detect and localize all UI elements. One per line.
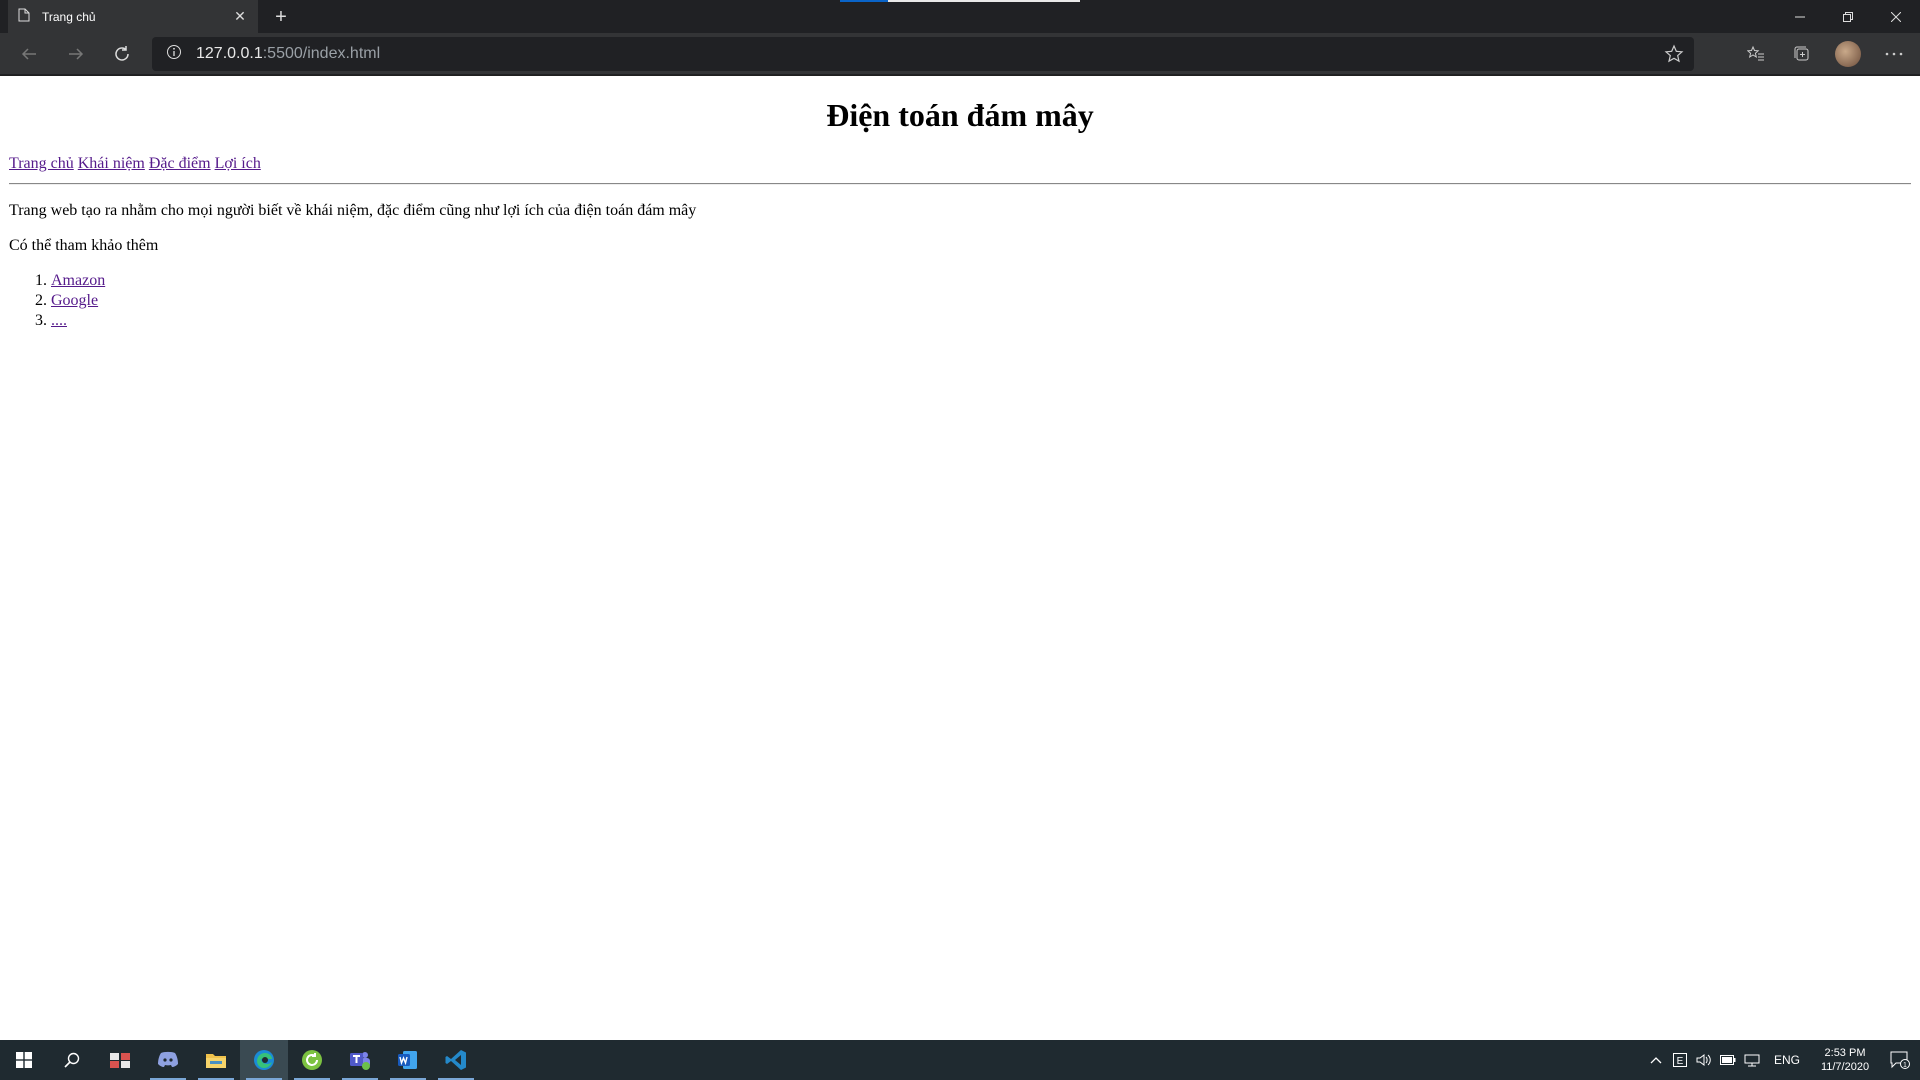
word-icon <box>398 1051 417 1069</box>
refresh-button[interactable] <box>106 38 138 70</box>
taskbar-app-tool[interactable] <box>96 1040 144 1080</box>
window-controls <box>1776 0 1920 33</box>
notification-icon: 1 <box>1890 1051 1910 1069</box>
reference-list: Amazon Google .... <box>51 271 1911 331</box>
file-explorer-icon <box>206 1054 226 1068</box>
address-bar[interactable]: 127.0.0.1:5500/index.html <box>152 37 1694 71</box>
link-amazon[interactable]: Amazon <box>51 272 105 289</box>
svg-text:E: E <box>1677 1056 1684 1067</box>
browser-titlebar: Trang chủ ✕ + <box>0 0 1920 33</box>
reference-label: Có thể tham khảo thêm <box>9 237 159 254</box>
input-language[interactable]: ENG <box>1764 1053 1810 1067</box>
url-path: :5500/index.html <box>262 45 381 62</box>
taskbar: E ENG 2:53 PM 11/7/2020 1 <box>0 1040 1920 1080</box>
battery-icon[interactable] <box>1716 1040 1740 1080</box>
volume-icon[interactable] <box>1692 1040 1716 1080</box>
info-icon[interactable] <box>166 44 182 65</box>
tool-app-icon <box>110 1053 130 1068</box>
windows-start-icon <box>16 1052 32 1068</box>
minimize-button[interactable] <box>1776 0 1824 33</box>
web-page: Điện toán đám mây Trang chủ Khái niệm Đặ… <box>0 76 1920 1040</box>
avatar <box>1835 41 1861 67</box>
divider <box>9 183 1911 185</box>
edge-icon <box>254 1050 274 1070</box>
url-text[interactable]: 127.0.0.1:5500/index.html <box>196 45 380 63</box>
taskbar-app-green[interactable] <box>288 1040 336 1080</box>
restore-button[interactable] <box>1824 0 1872 33</box>
page-icon <box>18 8 30 25</box>
action-center-button[interactable]: 1 <box>1880 1040 1920 1080</box>
tab-title: Trang chủ <box>42 9 96 24</box>
toolbar-icons <box>1740 38 1910 70</box>
teams-icon <box>350 1052 370 1070</box>
arrow-right-icon <box>69 48 84 60</box>
network-icon[interactable] <box>1740 1040 1764 1080</box>
titlebar-accent-blue <box>840 0 888 2</box>
taskbar-app-discord[interactable] <box>144 1040 192 1080</box>
link-more[interactable]: .... <box>51 312 67 329</box>
taskbar-app-vscode[interactable] <box>432 1040 480 1080</box>
browser-tab[interactable]: Trang chủ ✕ <box>8 0 258 33</box>
link-google[interactable]: Google <box>51 292 98 309</box>
ime-icon[interactable]: E <box>1668 1040 1692 1080</box>
nav-link-features[interactable]: Đặc điểm <box>149 155 211 172</box>
notification-count: 1 <box>1903 1062 1907 1069</box>
taskbar-app-teams[interactable] <box>336 1040 384 1080</box>
windows-start-button[interactable] <box>0 1040 48 1080</box>
search-icon <box>64 1052 80 1068</box>
taskbar-app-edge[interactable] <box>240 1040 288 1080</box>
refresh-icon <box>115 46 129 61</box>
clock[interactable]: 2:53 PM 11/7/2020 <box>1810 1046 1880 1074</box>
intro-text: Trang web tạo ra nhằm cho mọi người biết… <box>9 202 697 219</box>
close-tab-icon[interactable]: ✕ <box>232 8 248 25</box>
list-item: .... <box>51 311 1911 331</box>
page-title: Điện toán đám mây <box>826 97 1094 133</box>
favorite-star-icon[interactable] <box>1664 44 1684 64</box>
clock-date: 11/7/2020 <box>1820 1061 1870 1073</box>
back-button[interactable] <box>13 38 45 70</box>
favorites-icon[interactable] <box>1740 38 1772 70</box>
search-button[interactable] <box>48 1040 96 1080</box>
more-options-icon[interactable] <box>1878 38 1910 70</box>
nav-link-benefits[interactable]: Lợi ích <box>215 155 261 172</box>
taskbar-app-explorer[interactable] <box>192 1040 240 1080</box>
chevron-up-icon[interactable] <box>1644 1040 1668 1080</box>
list-item: Amazon <box>51 271 1911 291</box>
forward-button[interactable] <box>60 38 92 70</box>
vscode-icon <box>445 1050 466 1070</box>
close-window-button[interactable] <box>1872 0 1920 33</box>
nav-link-home[interactable]: Trang chủ <box>9 155 74 172</box>
refresh-app-icon <box>302 1050 322 1070</box>
browser-toolbar: 127.0.0.1:5500/index.html <box>0 33 1920 75</box>
collections-icon[interactable] <box>1786 38 1818 70</box>
arrow-left-icon <box>21 48 36 60</box>
taskbar-app-word[interactable] <box>384 1040 432 1080</box>
url-host: 127.0.0.1 <box>196 45 263 62</box>
system-tray: E ENG 2:53 PM 11/7/2020 1 <box>1644 1040 1920 1080</box>
list-item: Google <box>51 291 1911 311</box>
new-tab-button[interactable]: + <box>268 4 294 30</box>
clock-time: 2:53 PM <box>1824 1047 1866 1059</box>
discord-icon <box>158 1051 178 1067</box>
nav-link-concept[interactable]: Khái niệm <box>78 155 145 172</box>
profile-avatar[interactable] <box>1832 38 1864 70</box>
page-nav: Trang chủ Khái niệm Đặc điểm Lợi ích <box>9 155 1911 173</box>
